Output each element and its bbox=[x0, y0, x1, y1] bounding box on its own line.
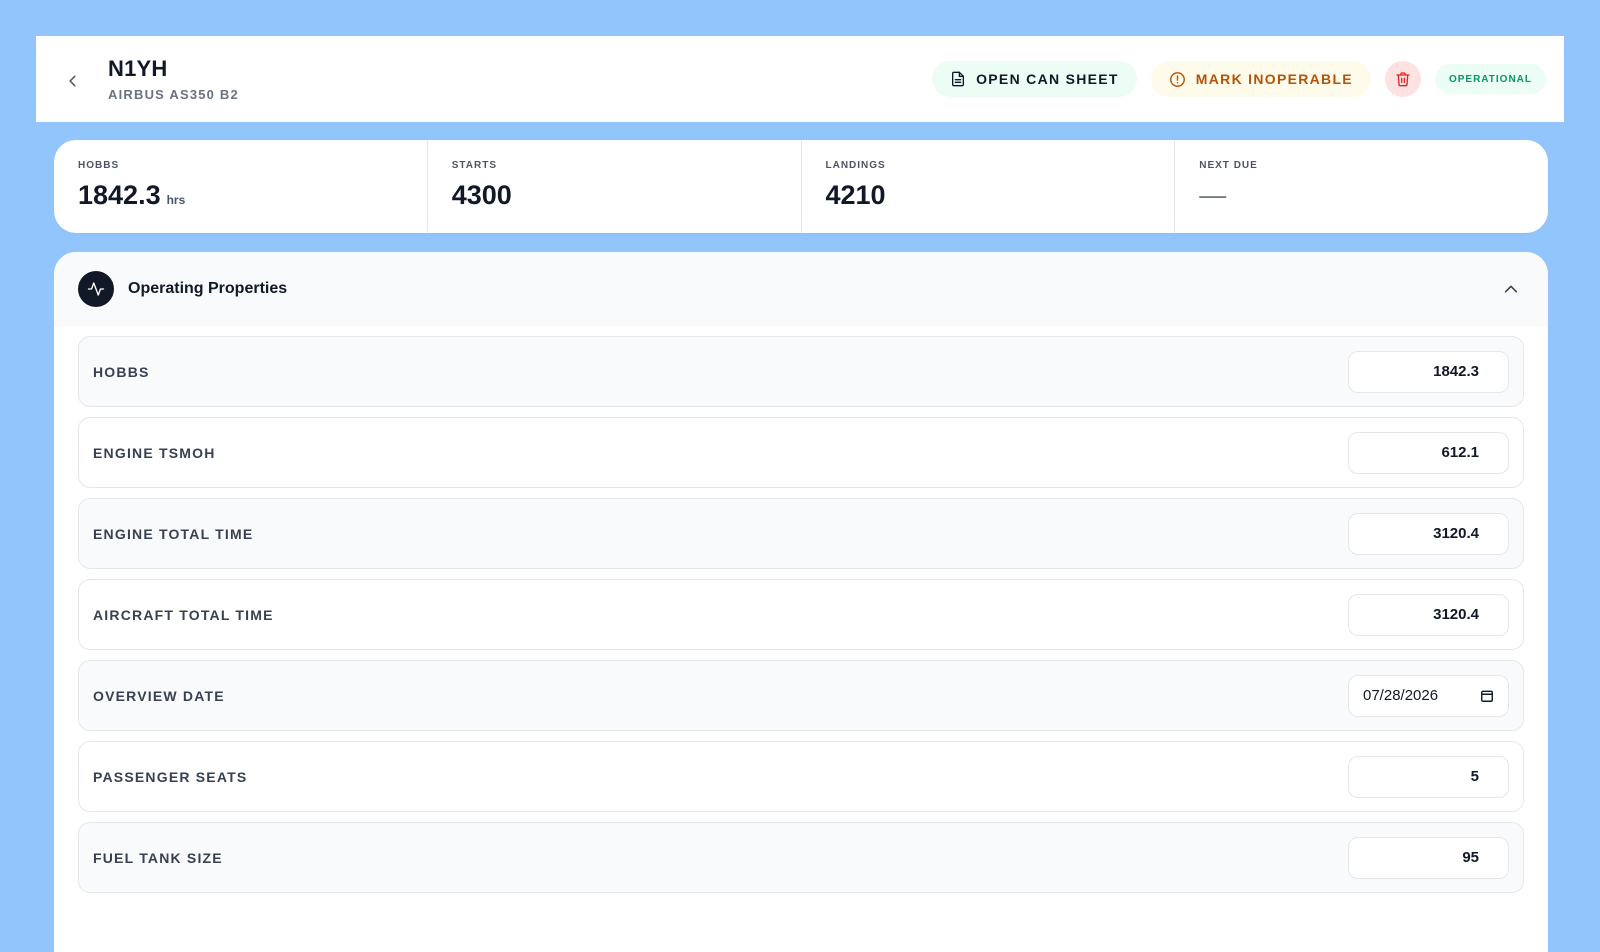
panel-title: Operating Properties bbox=[128, 280, 288, 297]
engine-total-time-input[interactable] bbox=[1348, 512, 1509, 555]
property-row-engine-tsmoh: ENGINE TSMOH bbox=[78, 417, 1524, 488]
chevron-up-icon bbox=[1504, 285, 1518, 293]
stat-starts-label: STARTS bbox=[451, 160, 498, 171]
property-label: ENGINE TSMOH bbox=[93, 444, 216, 461]
aircraft-header: N1YH AIRBUS AS350 B2 OPEN CAN SHEET MARK… bbox=[36, 36, 1564, 122]
stat-next-due-value: — bbox=[1199, 180, 1227, 210]
passenger-seats-input[interactable] bbox=[1348, 755, 1509, 798]
stat-landings-label: LANDINGS bbox=[825, 160, 886, 171]
hobbs-input[interactable] bbox=[1348, 350, 1509, 393]
stat-starts-value: 4300 bbox=[451, 180, 512, 210]
tail-number: N1YH bbox=[108, 56, 168, 81]
operating-properties-header[interactable]: Operating Properties bbox=[54, 252, 1548, 326]
property-row-aircraft-total-time: AIRCRAFT TOTAL TIME bbox=[78, 579, 1524, 650]
chevron-left-icon bbox=[69, 75, 76, 87]
property-label: AIRCRAFT TOTAL TIME bbox=[93, 606, 274, 623]
overview-date-input[interactable]: 07/28/2026 bbox=[1348, 674, 1509, 717]
overview-date-value: 07/28/2026 bbox=[1363, 687, 1439, 704]
mark-inoperable-label: MARK INOPERABLE bbox=[1195, 71, 1353, 87]
stat-hobbs-unit: hrs bbox=[166, 193, 186, 207]
stat-starts: STARTS 4300 bbox=[428, 140, 802, 233]
property-label: FUEL TANK SIZE bbox=[93, 849, 223, 866]
mark-inoperable-button[interactable]: MARK INOPERABLE bbox=[1150, 61, 1371, 97]
operating-properties-panel: Operating Properties HOBBS ENGINE TSMOH … bbox=[54, 252, 1548, 952]
property-row-passenger-seats: PASSENGER SEATS bbox=[78, 741, 1524, 812]
trash-icon bbox=[1396, 72, 1410, 87]
activity-icon bbox=[87, 282, 105, 296]
aircraft-title-block: N1YH AIRBUS AS350 B2 bbox=[108, 56, 239, 102]
property-row-overview-date: OVERVIEW DATE 07/28/2026 bbox=[78, 660, 1524, 731]
property-label: ENGINE TOTAL TIME bbox=[93, 525, 254, 542]
aircraft-model: AIRBUS AS350 B2 bbox=[108, 87, 239, 102]
property-label: OVERVIEW DATE bbox=[93, 687, 225, 704]
delete-aircraft-button[interactable] bbox=[1384, 61, 1421, 97]
calendar-icon[interactable] bbox=[1480, 689, 1494, 703]
status-badge: OPERATIONAL bbox=[1434, 64, 1546, 94]
stat-next-due: NEXT DUE — bbox=[1175, 140, 1548, 233]
stat-hobbs: HOBBS 1842.3 hrs bbox=[54, 140, 428, 233]
stat-hobbs-label: HOBBS bbox=[78, 160, 120, 171]
document-icon bbox=[952, 71, 965, 87]
stat-landings: LANDINGS 4210 bbox=[802, 140, 1176, 233]
property-row-hobbs: HOBBS bbox=[78, 336, 1524, 407]
engine-tsmoh-input[interactable] bbox=[1348, 431, 1509, 474]
collapse-button[interactable] bbox=[1498, 276, 1524, 302]
open-can-sheet-label: OPEN CAN SHEET bbox=[976, 71, 1119, 87]
back-button[interactable] bbox=[60, 68, 86, 94]
stat-hobbs-value: 1842.3 bbox=[78, 180, 161, 210]
property-label: HOBBS bbox=[93, 363, 150, 380]
stats-bar: HOBBS 1842.3 hrs STARTS 4300 LANDINGS 42… bbox=[54, 140, 1548, 233]
aircraft-total-time-input[interactable] bbox=[1348, 593, 1509, 636]
property-label: PASSENGER SEATS bbox=[93, 768, 248, 785]
stat-next-due-label: NEXT DUE bbox=[1199, 160, 1258, 171]
open-can-sheet-button[interactable]: OPEN CAN SHEET bbox=[932, 61, 1137, 97]
stat-landings-value: 4210 bbox=[825, 180, 886, 210]
alert-circle-icon bbox=[1169, 71, 1185, 87]
property-row-fuel-tank-size: FUEL TANK SIZE bbox=[78, 822, 1524, 893]
properties-list: HOBBS ENGINE TSMOH ENGINE TOTAL TIME AIR… bbox=[54, 326, 1548, 893]
property-row-engine-total-time: ENGINE TOTAL TIME bbox=[78, 498, 1524, 569]
fuel-tank-size-input[interactable] bbox=[1348, 836, 1509, 879]
